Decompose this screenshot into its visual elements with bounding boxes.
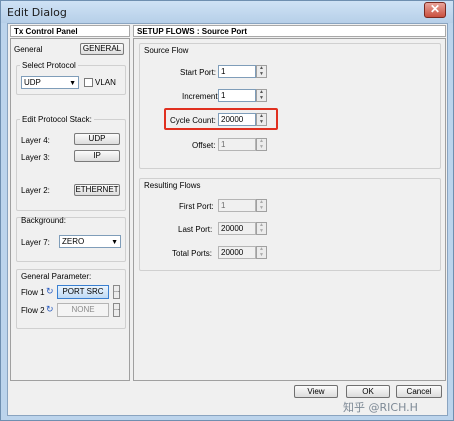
layer2-ethernet-button[interactable]: ETHERNET: [74, 184, 120, 196]
select-protocol-group: Select Protocol UDP ▼ VLAN: [16, 61, 126, 95]
flow-refresh-icon: ↻: [46, 286, 54, 296]
general-button[interactable]: GENERAL: [80, 43, 124, 55]
start-port-spinner[interactable]: 1 ▲ ▼: [218, 65, 268, 78]
select-protocol-title: Select Protocol: [20, 61, 78, 70]
close-button[interactable]: ✕: [424, 2, 446, 18]
spin-down-icon: ▼: [259, 252, 264, 258]
flow1-more-button[interactable]: ...: [113, 285, 120, 299]
cancel-button[interactable]: Cancel: [396, 385, 442, 398]
view-button[interactable]: View: [294, 385, 338, 398]
vlan-checkbox[interactable]: [84, 78, 93, 87]
spin-down-icon[interactable]: ▼: [257, 120, 266, 125]
cycle-count-label: Cycle Count:: [170, 116, 216, 125]
offset-spinner: 1 ▲ ▼: [218, 138, 268, 151]
total-ports-label: Total Ports:: [172, 249, 213, 258]
chevron-down-icon: ▼: [69, 80, 76, 87]
resulting-flows-title: Resulting Flows: [144, 181, 201, 190]
first-port-label: First Port:: [179, 202, 214, 211]
increment-label: Increment:: [182, 92, 220, 101]
start-port-label: Start Port:: [180, 68, 217, 77]
window-title: Edit Dialog: [7, 6, 67, 19]
edit-protocol-stack-group: Edit Protocol Stack: Layer 4: UDP Layer …: [16, 115, 126, 211]
resulting-flows-group: Resulting Flows First Port: 1 ▲ ▼ Last Po…: [139, 178, 441, 271]
spin-down-icon[interactable]: ▼: [257, 96, 266, 101]
layer7-select-value: ZERO: [62, 237, 85, 246]
layer2-label: Layer 2:: [21, 186, 50, 195]
flow2-none-button[interactable]: NONE: [57, 303, 109, 317]
layer4-udp-button[interactable]: UDP: [74, 133, 120, 145]
offset-input: 1: [218, 138, 256, 151]
background-group: Background: Layer 7: ZERO ▼: [16, 216, 126, 262]
source-flow-group: Source Flow Start Port: 1 ▲ ▼ Increment: …: [139, 43, 441, 169]
background-title: Background:: [21, 216, 66, 225]
spin-down-icon: ▼: [259, 144, 264, 150]
dialog-client-area: Tx Control Panel General GENERAL Select …: [7, 23, 448, 416]
flow2-label: Flow 2: [21, 306, 45, 315]
last-port-input: 20000: [218, 222, 256, 235]
increment-input[interactable]: 1: [218, 89, 256, 102]
setup-flows-panel: Source Flow Start Port: 1 ▲ ▼ Increment: …: [133, 38, 446, 381]
source-flow-title: Source Flow: [144, 46, 189, 55]
layer7-label: Layer 7:: [21, 238, 50, 247]
flow2-more-button[interactable]: ...: [113, 303, 120, 317]
edit-protocol-stack-title: Edit Protocol Stack:: [20, 115, 94, 124]
cycle-count-input[interactable]: 20000: [218, 113, 256, 126]
watermark-text: 知乎 @RICH.H: [343, 401, 418, 414]
total-ports-spinner: 20000 ▲ ▼: [218, 246, 268, 259]
vlan-label: VLAN: [95, 78, 116, 87]
setup-flows-header: SETUP FLOWS : Source Port: [133, 25, 446, 37]
offset-label: Offset:: [192, 141, 216, 150]
chevron-down-icon: ▼: [111, 239, 118, 246]
last-port-label: Last Port:: [178, 225, 213, 234]
protocol-select[interactable]: UDP ▼: [21, 76, 79, 89]
first-port-spinner: 1 ▲ ▼: [218, 199, 268, 212]
edit-dialog-window: Edit Dialog ✕ Tx Control Panel General G…: [0, 0, 454, 421]
layer3-label: Layer 3:: [21, 153, 50, 162]
flow-refresh-icon: ↻: [46, 304, 54, 314]
first-port-input: 1: [218, 199, 256, 212]
layer3-ip-button[interactable]: IP: [74, 150, 120, 162]
tx-control-panel-header: Tx Control Panel: [10, 25, 130, 37]
last-port-spinner: 20000 ▲ ▼: [218, 222, 268, 235]
total-ports-input: 20000: [218, 246, 256, 259]
flow1-port-src-button[interactable]: PORT SRC: [57, 285, 109, 299]
layer4-label: Layer 4:: [21, 136, 50, 145]
tx-control-panel: General GENERAL Select Protocol UDP ▼ VL…: [10, 38, 130, 381]
layer7-select[interactable]: ZERO ▼: [59, 235, 121, 248]
title-bar[interactable]: Edit Dialog ✕: [1, 1, 453, 23]
start-port-input[interactable]: 1: [218, 65, 256, 78]
cycle-count-spinner[interactable]: 20000 ▲ ▼: [218, 113, 268, 126]
general-label: General: [14, 45, 43, 54]
ok-button[interactable]: OK: [346, 385, 390, 398]
spin-down-icon[interactable]: ▼: [257, 72, 266, 77]
spin-down-icon: ▼: [259, 205, 264, 211]
spin-down-icon: ▼: [259, 228, 264, 234]
general-parameter-title: General Parameter:: [21, 272, 92, 281]
increment-spinner[interactable]: 1 ▲ ▼: [218, 89, 268, 102]
protocol-select-value: UDP: [24, 78, 41, 87]
general-parameter-group: General Parameter: Flow 1 ↻ PORT SRC ...…: [16, 269, 126, 329]
flow1-label: Flow 1: [21, 288, 45, 297]
